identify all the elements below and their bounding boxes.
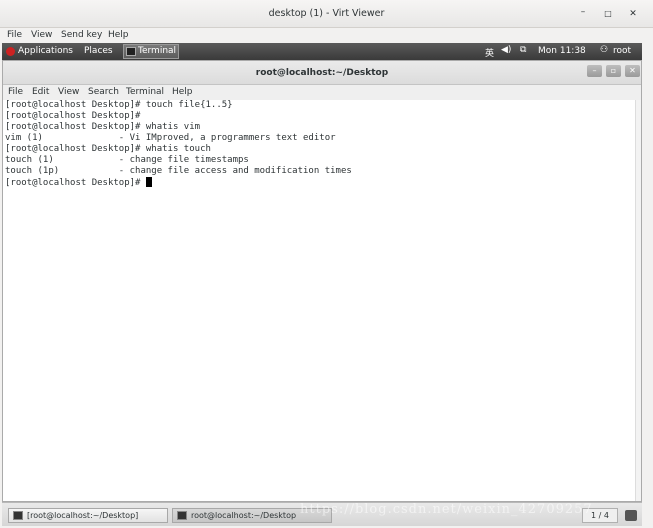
applications-logo-icon <box>6 47 15 56</box>
terminal-menu-view[interactable]: View <box>58 87 79 97</box>
viewer-right-edge <box>642 43 653 528</box>
menu-view[interactable]: View <box>31 30 52 40</box>
terminal-output[interactable]: [root@localhost Desktop]# touch file{1..… <box>3 100 635 501</box>
guest-display[interactable]: Applications Places Terminal 英 ◀) ⧉ Mon … <box>2 43 642 526</box>
terminal-scrollbar[interactable] <box>635 100 641 501</box>
viewer-menubar: File View Send key Help <box>0 28 653 44</box>
watermark: https://blog.csdn.net/weixin_42709257 <box>300 502 593 517</box>
terminal-line: [root@localhost Desktop]# whatis vim <box>5 122 201 132</box>
terminal-line: [root@localhost Desktop]# <box>5 111 141 121</box>
terminal-line: [root@localhost Desktop]# whatis touch <box>5 144 211 154</box>
user-icon: ⚇ <box>600 45 609 55</box>
terminal-task-button[interactable]: Terminal <box>123 44 179 59</box>
terminal-line: [root@localhost Desktop]# touch file{1..… <box>5 100 233 110</box>
terminal-icon <box>126 47 136 56</box>
terminal-window-title: root@localhost:~/Desktop <box>255 68 389 78</box>
text-cursor <box>145 177 152 187</box>
terminal-icon <box>13 511 23 520</box>
gnome-top-bar: Applications Places Terminal 英 ◀) ⧉ Mon … <box>2 43 642 60</box>
viewer-window-title: desktop (1) - Virt Viewer <box>268 8 385 19</box>
taskbar-window-label: [root@localhost:~/Desktop] <box>27 511 139 520</box>
input-method-indicator[interactable]: 英 <box>485 46 494 59</box>
taskbar-window-label: root@localhost:~/Desktop <box>191 511 297 520</box>
menu-file[interactable]: File <box>7 30 22 40</box>
terminal-menu-edit[interactable]: Edit <box>32 87 49 97</box>
terminal-titlebar[interactable]: root@localhost:~/Desktop – ▫ ✕ <box>3 61 641 85</box>
terminal-window: root@localhost:~/Desktop – ▫ ✕ File Edit… <box>2 60 642 502</box>
terminal-line: touch (1p) - change file access and modi… <box>5 166 352 176</box>
terminal-icon <box>177 511 187 520</box>
volume-icon[interactable]: ◀) <box>501 45 511 55</box>
terminal-menu-help[interactable]: Help <box>172 87 193 97</box>
network-icon[interactable]: ⧉ <box>520 45 526 55</box>
taskbar-window-button[interactable]: [root@localhost:~/Desktop] <box>8 508 168 523</box>
clock[interactable]: Mon 11:38 <box>538 46 586 56</box>
terminal-maximize-button[interactable]: ▫ <box>606 65 621 77</box>
menu-send-key[interactable]: Send key <box>61 30 102 40</box>
maximize-button[interactable]: □ <box>600 6 616 22</box>
close-button[interactable]: ✕ <box>625 6 641 22</box>
terminal-line: touch (1) - change file timestamps <box>5 155 249 165</box>
terminal-menu-file[interactable]: File <box>8 87 23 97</box>
terminal-task-label: Terminal <box>138 46 177 56</box>
user-menu[interactable]: root <box>613 46 631 56</box>
workspace-icon[interactable] <box>625 510 637 521</box>
terminal-prompt-line[interactable]: [root@localhost Desktop]# <box>5 177 635 188</box>
terminal-minimize-button[interactable]: – <box>587 65 602 77</box>
terminal-close-button[interactable]: ✕ <box>625 65 640 77</box>
places-menu[interactable]: Places <box>84 46 113 56</box>
terminal-menu-terminal[interactable]: Terminal <box>126 87 164 97</box>
menu-help[interactable]: Help <box>108 30 129 40</box>
terminal-menu-search[interactable]: Search <box>88 87 119 97</box>
terminal-prompt: [root@localhost Desktop]# <box>5 178 146 188</box>
minimize-button[interactable]: – <box>575 4 591 20</box>
viewer-titlebar: desktop (1) - Virt Viewer – □ ✕ <box>0 0 653 28</box>
terminal-line: vim (1) - Vi IMproved, a programmers tex… <box>5 133 336 143</box>
terminal-menubar: File Edit View Search Terminal Help <box>3 85 641 100</box>
applications-menu[interactable]: Applications <box>18 46 73 56</box>
